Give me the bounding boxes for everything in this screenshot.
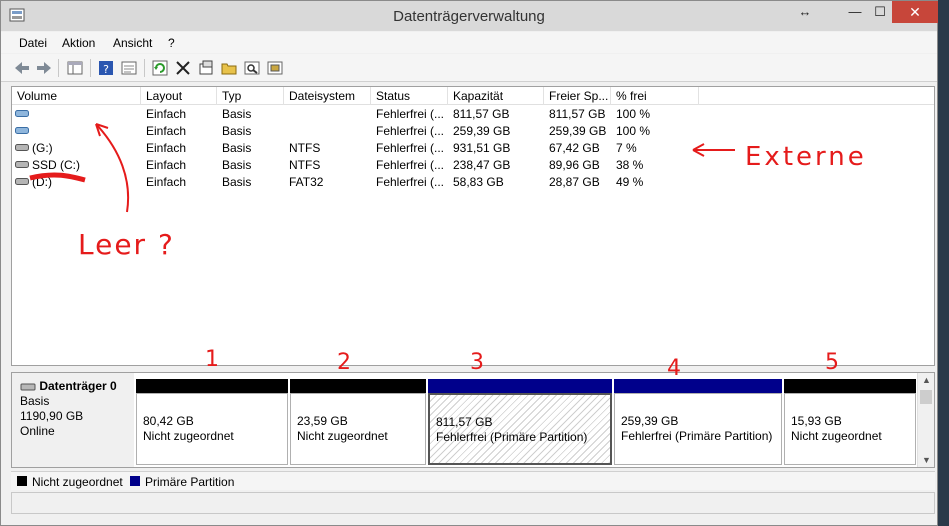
annotation-number-4: 4 (667, 356, 681, 381)
scribble-annotation (29, 172, 86, 183)
arrow-up-annotation (95, 123, 130, 213)
annotation-leer: Leer ? (78, 228, 175, 261)
arrow-left-annotation (692, 143, 735, 157)
annotation-externe: Externe (745, 142, 867, 172)
annotation-number-5: 5 (825, 350, 839, 375)
annotation-number-3: 3 (470, 350, 484, 375)
annotation-number-2: 2 (337, 350, 351, 375)
annotation-layer (29, 123, 735, 213)
annotation-number-1: 1 (205, 347, 219, 372)
